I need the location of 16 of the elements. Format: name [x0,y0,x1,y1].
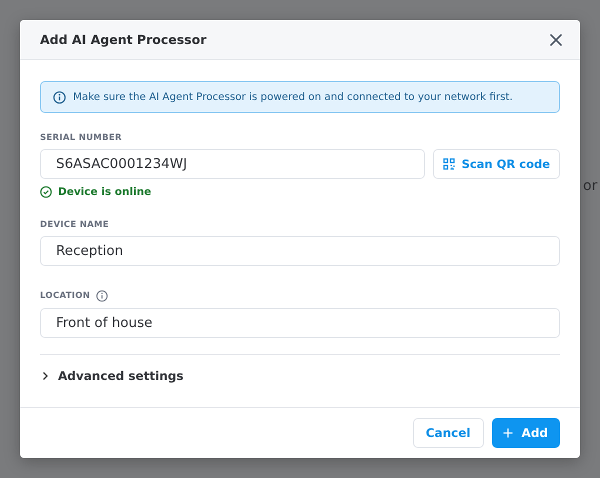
device-name-field[interactable]: Reception [40,236,560,266]
field-label: SERIAL NUMBER [40,133,123,143]
advanced-settings-toggle[interactable]: Advanced settings [40,369,184,383]
chevron-icon [40,371,50,381]
field-label: DEVICE NAME [40,220,110,230]
field-label: LOCATION [40,291,90,301]
background-text: or [583,178,598,194]
serial-number-field[interactable]: S6ASAC0001234WJ [40,149,425,179]
info-icon [53,90,66,104]
close-icon [550,34,562,46]
location-field[interactable]: Front of house [40,308,560,338]
qr-code-icon [442,158,455,170]
dialog-title: Add AI Agent Processor [40,32,206,47]
info-text: Make sure the AI Agent Processor is powered on and connected to your network first. [73,91,513,103]
plus-icon [502,428,513,438]
status-text: Device is online [58,186,152,198]
